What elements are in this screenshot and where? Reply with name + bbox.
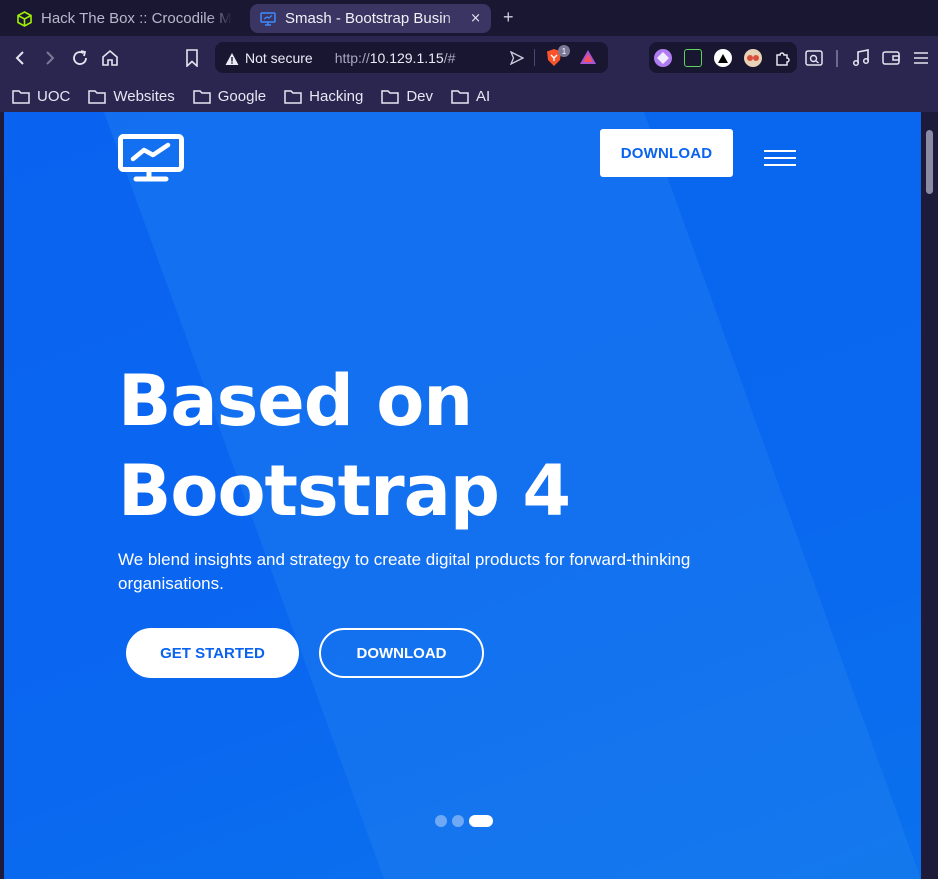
tab-title: Smash - Bootstrap Busin (285, 10, 451, 27)
extension-triangle-icon[interactable] (714, 49, 732, 67)
hero-title-line-1: Based on (118, 360, 473, 442)
security-label[interactable]: Not secure (245, 50, 313, 66)
bookmark-label: Dev (406, 87, 434, 105)
music-icon[interactable] (851, 48, 871, 68)
brave-rewards-icon[interactable] (579, 49, 597, 69)
hero-title: Based on Bootstrap 4 (118, 356, 818, 536)
bookmark-folder-hacking[interactable]: Hacking (284, 88, 363, 105)
folder-icon (88, 89, 107, 104)
toolbar: Not secure http://10.129.1.15/# 1 (0, 36, 938, 80)
address-bar[interactable]: Not secure http://10.129.1.15/# 1 (215, 42, 608, 73)
close-icon[interactable]: × (470, 11, 481, 26)
folder-icon (451, 89, 469, 104)
hero-subtitle: We blend insights and strategy to create… (118, 550, 691, 593)
extension-purple-icon[interactable] (654, 49, 672, 67)
warning-icon (225, 51, 239, 65)
folder-icon (284, 89, 302, 104)
wallet-icon[interactable] (881, 48, 901, 68)
shield-badge: 1 (558, 45, 570, 57)
extension-green-icon[interactable] (684, 49, 702, 67)
toolbar-divider (836, 50, 838, 67)
folder-icon (381, 89, 400, 104)
bookmark-folder-ai[interactable]: AI (451, 88, 490, 105)
bookmark-icon[interactable] (182, 48, 202, 68)
nav-download-button[interactable]: DOWNLOAD (600, 129, 733, 177)
tab-smash[interactable]: Smash - Bootstrap Busin × (250, 4, 491, 33)
slider-dot-3[interactable] (469, 815, 493, 827)
slider-dot-1[interactable] (435, 815, 447, 827)
bookmark-label: UOC (37, 87, 71, 105)
new-tab-button[interactable]: + (503, 7, 514, 28)
bookmarks-bar: UOC Websites Google Hacking Dev AI (0, 80, 938, 112)
bookmark-folder-uoc[interactable]: UOC (12, 88, 70, 105)
download-button[interactable]: DOWNLOAD (319, 628, 484, 678)
menu-icon[interactable] (911, 48, 931, 68)
slider-dot-2[interactable] (452, 815, 464, 827)
extension-search-icon[interactable] (804, 48, 824, 68)
get-started-button[interactable]: GET STARTED (126, 628, 299, 678)
scrollbar-thumb[interactable] (926, 130, 933, 194)
page-viewport: DOWNLOAD Based on Bootstrap 4 We blend i… (4, 112, 921, 879)
page-scrollbar[interactable] (921, 112, 938, 879)
bookmark-folder-websites[interactable]: Websites (88, 87, 175, 105)
extension-face-icon[interactable] (744, 49, 762, 67)
bookmark-label: Google (217, 87, 267, 105)
send-icon[interactable] (509, 50, 525, 69)
monitor-icon (260, 11, 276, 27)
htb-cube-icon (16, 10, 32, 27)
folder-icon (193, 89, 211, 104)
tab-bar: Hack The Box :: Crocodile M Smash - Boot… (0, 0, 938, 36)
bookmark-folder-google[interactable]: Google (193, 88, 266, 105)
home-icon[interactable] (100, 48, 120, 68)
back-icon[interactable] (10, 48, 30, 68)
hamburger-menu-icon[interactable] (764, 150, 796, 166)
folder-icon (12, 89, 30, 104)
url-text[interactable]: http://10.129.1.15/# (335, 50, 456, 66)
hero-title-line-2: Bootstrap 4 (118, 450, 571, 532)
bookmark-folder-dev[interactable]: Dev (381, 88, 433, 105)
puzzle-icon[interactable] (774, 49, 792, 67)
tab-title: Hack The Box :: Crocodile M (41, 10, 232, 27)
forward-icon[interactable] (40, 48, 60, 68)
reload-icon[interactable] (70, 48, 90, 68)
tab-hack-the-box[interactable]: Hack The Box :: Crocodile M (6, 4, 242, 33)
site-logo[interactable] (118, 134, 184, 186)
extensions-group (649, 42, 797, 73)
slider-indicators (435, 815, 493, 827)
bookmark-label: Websites (113, 87, 175, 105)
bookmark-label: AI (476, 87, 491, 105)
bookmark-label: Hacking (309, 87, 364, 105)
